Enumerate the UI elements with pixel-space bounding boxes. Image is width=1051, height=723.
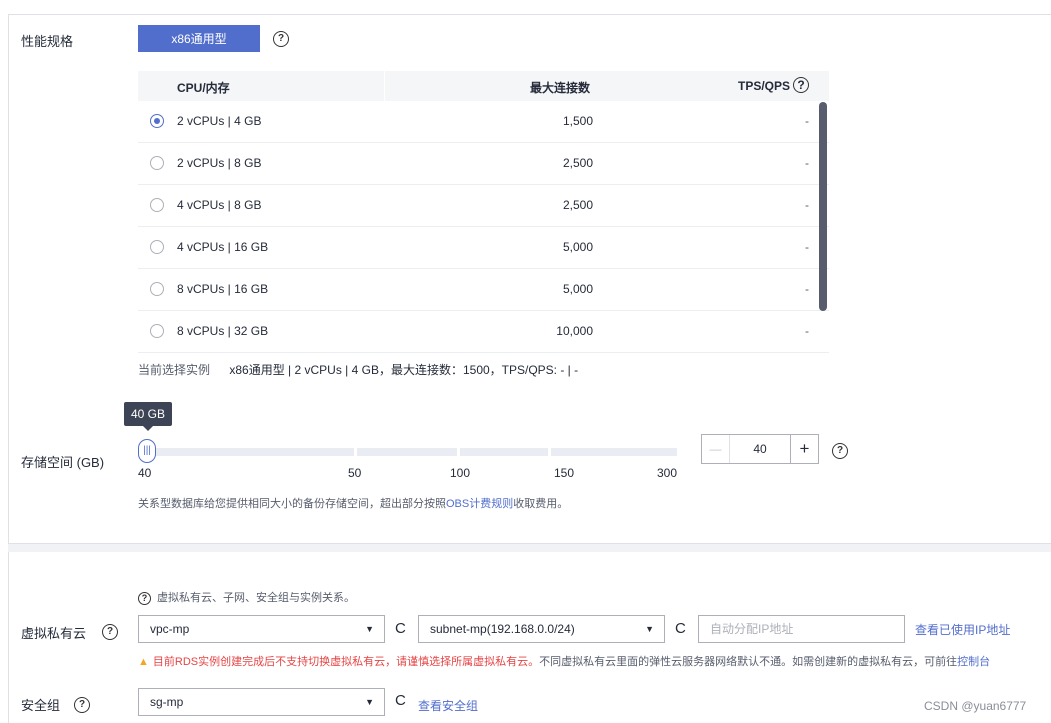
flavor-radio[interactable]	[150, 324, 164, 338]
storage-label: 存储空间 (GB)	[21, 455, 105, 470]
vpc-label: 虚拟私有云	[21, 626, 87, 641]
flavor-radio[interactable]	[150, 282, 164, 296]
max-connections-cell: 5,000	[562, 282, 593, 296]
vpc-warning: ▲ 目前RDS实例创建完成后不支持切换虚拟私有云，请谨慎选择所属虚拟私有云。不同虚…	[138, 653, 990, 669]
top-divider	[8, 14, 1051, 15]
max-connections-cell: 2,500	[562, 198, 593, 212]
table-scrollbar[interactable]	[819, 102, 827, 311]
view-security-group-link[interactable]: 查看安全组	[418, 697, 478, 714]
slider-segment-1[interactable]	[138, 448, 354, 456]
ip-address-input[interactable]: 自动分配IP地址	[698, 615, 905, 643]
slider-tick: 150	[554, 466, 575, 480]
tps-qps-cell: -	[805, 198, 809, 212]
table-row[interactable]: 2 vCPUs | 4 GB 1,500 -	[138, 101, 829, 143]
cpu-memory-cell: 2 vCPUs | 8 GB	[177, 156, 262, 170]
slider-tick: 300	[657, 466, 678, 480]
storage-note-suffix: 收取费用。	[513, 498, 569, 510]
slider-tick: 100	[450, 466, 471, 480]
cpu-memory-cell: 2 vCPUs | 4 GB	[177, 114, 262, 128]
vpc-select[interactable]: vpc-mp ▼	[138, 615, 385, 643]
security-group-help-icon[interactable]: ?	[74, 697, 90, 713]
cpu-memory-cell: 4 vCPUs | 8 GB	[177, 198, 262, 212]
security-group-select[interactable]: sg-mp ▼	[138, 688, 385, 716]
tps-qps-cell: -	[805, 324, 809, 338]
table-row[interactable]: 4 vCPUs | 16 GB 5,000 -	[138, 227, 829, 269]
vpc-warning-gray: 不同虚拟私有云里面的弹性云服务器网络默认不通。如需创建新的虚拟私有云，可前往	[539, 656, 958, 668]
security-group-label: 安全组	[21, 698, 61, 713]
flavor-help-icon[interactable]: ?	[273, 31, 289, 47]
chevron-down-icon: ▼	[645, 624, 654, 634]
watermark: CSDN @yuan6777	[924, 699, 1027, 713]
column-cpu-memory: CPU/内存	[177, 81, 230, 95]
slider-handle[interactable]: |||	[138, 439, 156, 463]
table-row[interactable]: 4 vCPUs | 8 GB 2,500 -	[138, 185, 829, 227]
tooltip-arrow	[143, 426, 153, 431]
table-row[interactable]: 8 vCPUs | 16 GB 5,000 -	[138, 269, 829, 311]
vpc-hint: ? 虚拟私有云、子网、安全组与实例关系。	[138, 589, 355, 605]
table-row[interactable]: 2 vCPUs | 8 GB 2,500 -	[138, 143, 829, 185]
current-selection-value: x86通用型 | 2 vCPUs | 4 GB，最大连接数：1500，TPS/Q…	[229, 363, 579, 377]
flavor-radio[interactable]	[150, 240, 164, 254]
storage-note-prefix: 关系型数据库给您提供相同大小的备份存储空间，超出部分按照	[138, 498, 446, 510]
table-row[interactable]: 8 vCPUs | 32 GB 10,000 -	[138, 311, 829, 353]
current-selection: 当前选择实例 x86通用型 | 2 vCPUs | 4 GB，最大连接数：150…	[138, 361, 578, 378]
column-max-connections: 最大连接数	[530, 81, 591, 95]
cpu-memory-cell: 8 vCPUs | 16 GB	[177, 282, 269, 296]
table-header: CPU/内存 最大连接数 TPS/QPS ?	[138, 71, 829, 101]
console-link[interactable]: 控制台	[957, 656, 990, 668]
flavor-radio[interactable]	[150, 198, 164, 212]
slider-tick: 50	[348, 466, 362, 480]
obs-billing-link[interactable]: OBS计费规则	[446, 498, 513, 510]
subnet-select[interactable]: subnet-mp(192.168.0.0/24) ▼	[418, 615, 665, 643]
header-separator	[384, 71, 385, 101]
decrement-button[interactable]: —	[702, 435, 730, 463]
vpc-hint-help-icon[interactable]: ?	[138, 592, 151, 605]
storage-tooltip: 40 GB	[124, 402, 172, 426]
storage-stepper: — 40 +	[701, 434, 819, 464]
section-divider	[8, 543, 1051, 552]
slider-segment-3[interactable]	[460, 448, 548, 456]
tps-qps-cell: -	[805, 282, 809, 296]
vpc-help-icon[interactable]: ?	[102, 624, 118, 640]
vpc-hint-text: 虚拟私有云、子网、安全组与实例关系。	[157, 592, 355, 604]
flavor-radio[interactable]	[150, 114, 164, 128]
slider-segment-2[interactable]	[357, 448, 457, 456]
refresh-subnet-icon[interactable]: C	[675, 620, 686, 637]
security-group-value: sg-mp	[150, 695, 184, 709]
tps-qps-cell: -	[805, 114, 809, 128]
cpu-memory-cell: 8 vCPUs | 32 GB	[177, 324, 269, 338]
vpc-select-value: vpc-mp	[150, 622, 190, 636]
chevron-down-icon: ▼	[365, 624, 374, 634]
slider-tick: 40	[138, 466, 152, 480]
max-connections-cell: 5,000	[562, 240, 593, 254]
subnet-select-value: subnet-mp(192.168.0.0/24)	[430, 622, 575, 636]
max-connections-cell: 10,000	[556, 324, 593, 338]
view-used-ip-link[interactable]: 查看已使用IP地址	[915, 621, 1010, 638]
storage-help-icon[interactable]: ?	[832, 443, 848, 459]
cpu-memory-cell: 4 vCPUs | 16 GB	[177, 240, 269, 254]
flavor-radio[interactable]	[150, 156, 164, 170]
current-selection-label: 当前选择实例	[138, 363, 211, 377]
refresh-security-group-icon[interactable]: C	[395, 692, 406, 709]
refresh-vpc-icon[interactable]: C	[395, 620, 406, 637]
left-border	[8, 14, 9, 723]
storage-note: 关系型数据库给您提供相同大小的备份存储空间，超出部分按照OBS计费规则收取费用。	[138, 495, 568, 511]
max-connections-cell: 2,500	[562, 156, 593, 170]
storage-value-input[interactable]: 40	[730, 435, 790, 463]
slider-segment-4[interactable]	[551, 448, 677, 456]
max-connections-cell: 1,500	[562, 114, 593, 128]
column-tps-qps: TPS/QPS	[738, 79, 791, 93]
increment-button[interactable]: +	[790, 435, 818, 463]
chevron-down-icon: ▼	[365, 697, 374, 707]
tps-qps-cell: -	[805, 240, 809, 254]
vpc-warning-red: 目前RDS实例创建完成后不支持切换虚拟私有云，请谨慎选择所属虚拟私有云。	[152, 656, 540, 668]
tps-help-icon[interactable]: ?	[793, 77, 809, 93]
warning-icon: ▲	[138, 656, 149, 668]
flavor-table: CPU/内存 最大连接数 TPS/QPS ? 2 vCPUs | 4 GB 1,5…	[138, 71, 829, 353]
tps-qps-cell: -	[805, 156, 809, 170]
x86-general-type-button[interactable]: x86通用型	[138, 25, 260, 52]
flavor-label: 性能规格	[21, 34, 74, 49]
